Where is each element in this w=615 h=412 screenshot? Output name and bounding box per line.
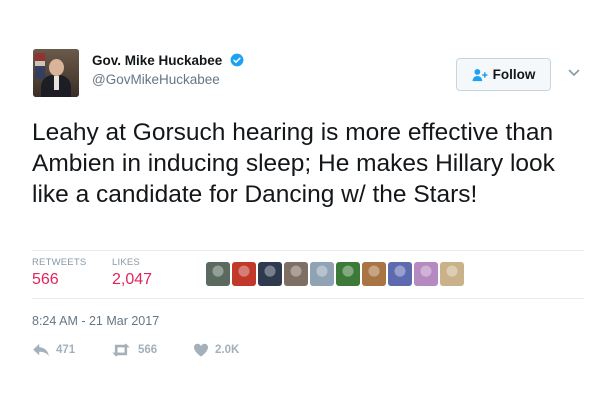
liker-avatar[interactable]	[336, 262, 360, 286]
retweets-label: RETWEETS	[32, 257, 87, 268]
tweet-text: Leahy at Gorsuch hearing is more effecti…	[32, 119, 555, 208]
reply-count: 471	[56, 344, 76, 356]
user-handle[interactable]: @GovMikeHuckabee	[92, 72, 220, 87]
tweet-timestamp[interactable]: 8:24 AM - 21 Mar 2017	[32, 314, 159, 328]
reply-icon	[33, 343, 49, 357]
chevron-down-icon[interactable]	[567, 66, 581, 80]
divider	[32, 250, 584, 251]
heart-icon	[194, 343, 208, 357]
avatar[interactable]	[33, 49, 79, 97]
retweet-icon	[112, 343, 130, 357]
liker-avatar[interactable]	[310, 262, 334, 286]
liker-avatar[interactable]	[284, 262, 308, 286]
follow-button-label: Follow	[492, 67, 536, 82]
liker-avatar[interactable]	[258, 262, 282, 286]
likes-label: LIKES	[112, 257, 140, 268]
liker-avatar[interactable]	[206, 262, 230, 286]
user-name[interactable]: Gov. Mike Huckabee	[92, 53, 222, 68]
retweet-count: 566	[138, 344, 158, 356]
retweet-button[interactable]: 566	[110, 343, 157, 357]
retweets-count[interactable]: 566	[32, 271, 59, 289]
like-button[interactable]: 2.0K	[193, 343, 239, 357]
liker-avatar[interactable]	[414, 262, 438, 286]
liker-avatar[interactable]	[388, 262, 412, 286]
liker-avatar[interactable]	[362, 262, 386, 286]
add-user-icon	[472, 68, 488, 81]
liker-avatar[interactable]	[232, 262, 256, 286]
liker-avatars	[206, 262, 464, 286]
like-count: 2.0K	[215, 344, 240, 356]
likes-count[interactable]: 2,047	[112, 271, 152, 289]
tweet-card: Gov. Mike Huckabee @GovMikeHuckabee Foll…	[0, 0, 615, 412]
follow-button[interactable]: Follow	[456, 58, 551, 91]
liker-avatar[interactable]	[440, 262, 464, 286]
divider	[32, 298, 584, 299]
reply-button[interactable]: 471	[32, 343, 75, 357]
verified-badge-icon	[230, 53, 244, 67]
